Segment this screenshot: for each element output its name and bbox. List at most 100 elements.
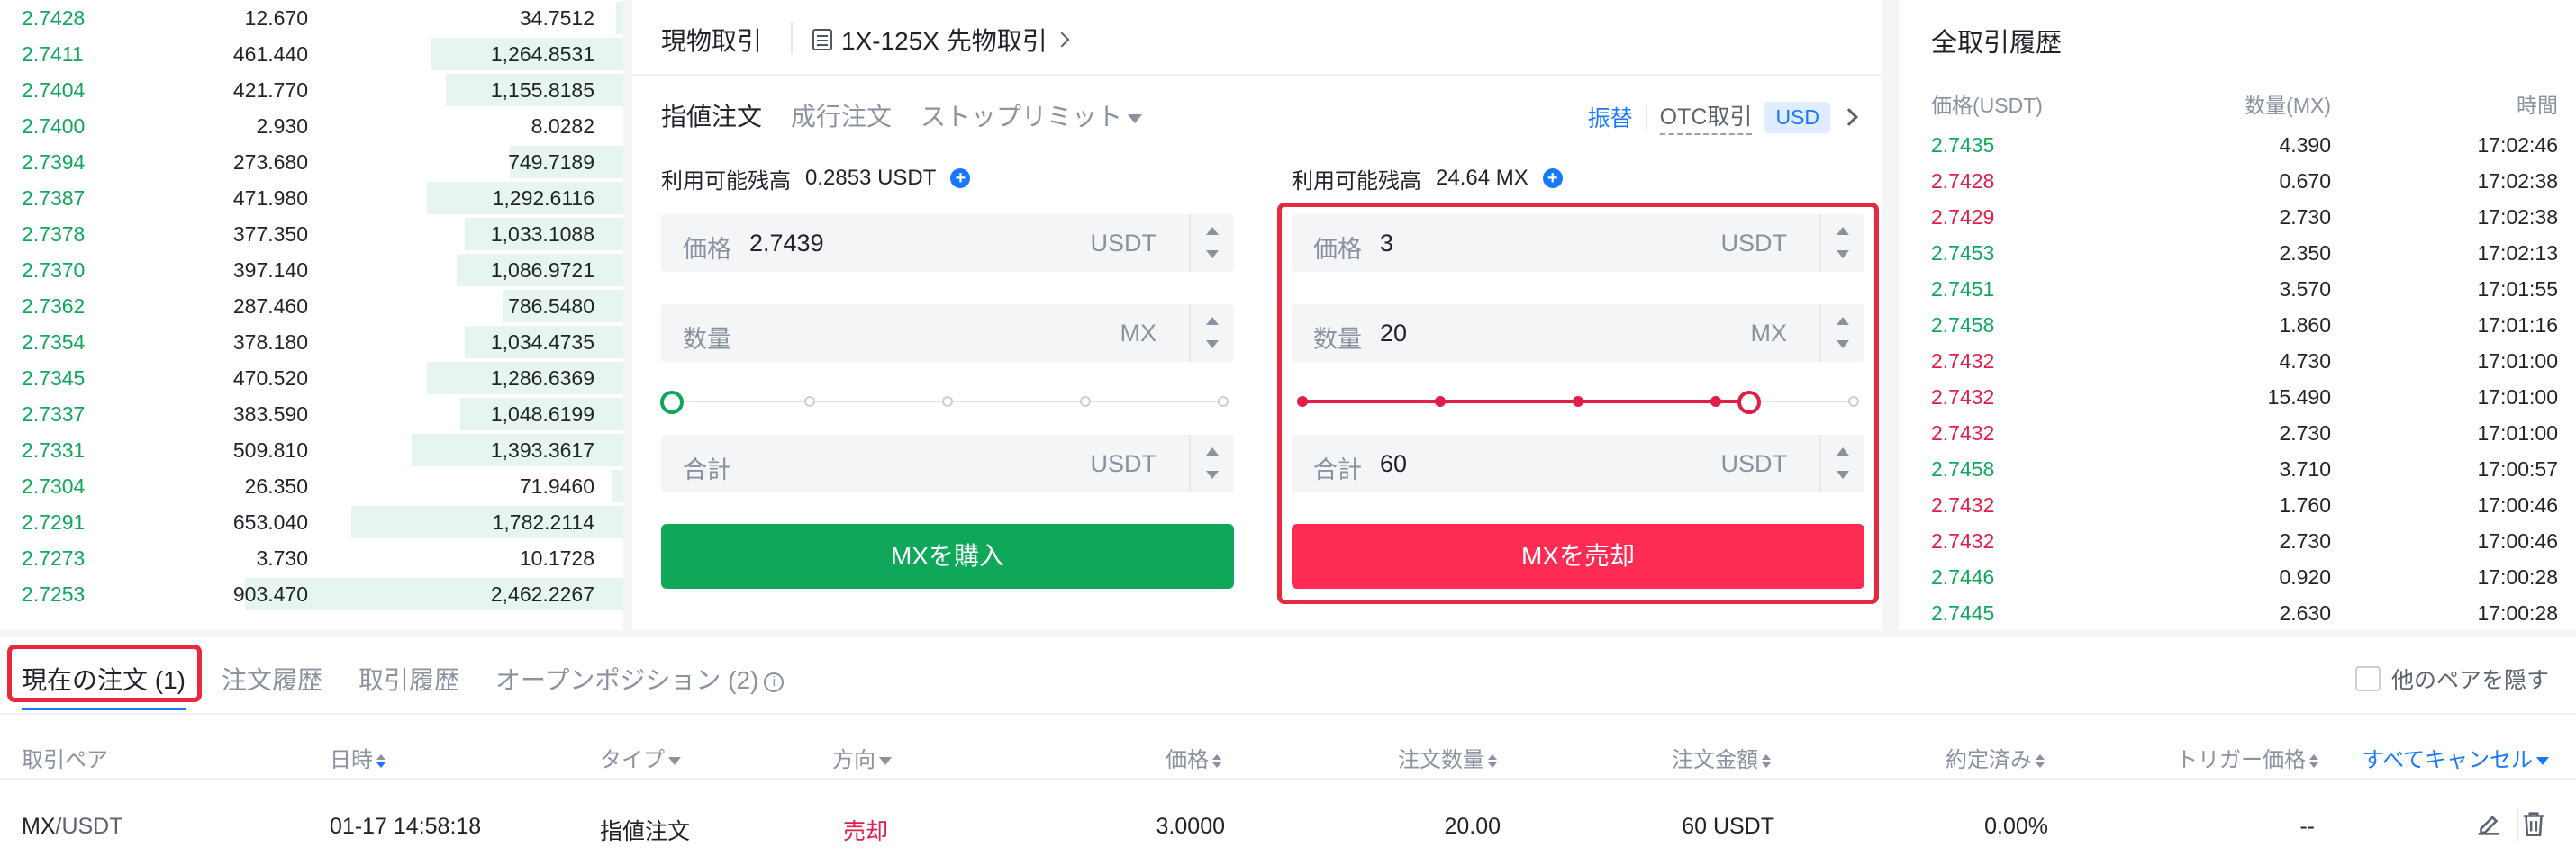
stepper-down-icon[interactable] bbox=[1206, 250, 1219, 258]
orderbook-row[interactable]: 2.7387 471.980 1,292.6116 bbox=[0, 180, 623, 216]
hide-pairs-label: 他のペアを隠す bbox=[2390, 668, 2549, 693]
slider-step[interactable] bbox=[804, 396, 815, 407]
tab-spot[interactable]: 現物取引 bbox=[661, 22, 762, 58]
orderbook-row[interactable]: 2.7253 903.470 2,462.2267 bbox=[0, 576, 623, 612]
sort-icon[interactable] bbox=[2036, 753, 2045, 770]
plus-icon[interactable]: + bbox=[950, 168, 971, 188]
tab-order-history[interactable]: 注文履歴 bbox=[222, 661, 322, 710]
orderbook-row[interactable]: 2.7362 287.460 786.5480 bbox=[0, 288, 623, 324]
col-trigger[interactable]: トリガー価格 bbox=[2176, 742, 2318, 773]
orderbook-price: 2.7362 bbox=[22, 294, 86, 318]
orderbook-qty: 903.470 bbox=[232, 582, 308, 606]
orderbook-qty: 461.440 bbox=[232, 42, 308, 66]
orderbook-qty: 12.670 bbox=[244, 6, 308, 30]
sort-icon[interactable] bbox=[376, 753, 385, 770]
col-datetime[interactable]: 日時 bbox=[330, 742, 385, 773]
chevron-down-icon[interactable] bbox=[2536, 757, 2549, 766]
tab-trade-history[interactable]: 取引履歴 bbox=[358, 661, 459, 710]
orderbook-row[interactable]: 2.7337 383.590 1,048.6199 bbox=[0, 396, 623, 432]
orderbook-row[interactable]: 2.7273 3.730 10.1728 bbox=[0, 540, 623, 576]
stepper[interactable] bbox=[1189, 435, 1234, 492]
history-row: 2.7429 2.730 17:02:38 bbox=[1899, 200, 2576, 236]
tab-futures[interactable]: 1X-125X 先物取引 bbox=[812, 22, 1070, 58]
edit-icon[interactable] bbox=[2473, 808, 2504, 839]
orderbook-price: 2.7387 bbox=[22, 186, 86, 210]
orderbook-total: 1,782.2114 bbox=[492, 510, 594, 534]
slider-step[interactable] bbox=[1080, 396, 1091, 407]
trash-icon[interactable] bbox=[2518, 808, 2549, 839]
sort-icon[interactable] bbox=[1212, 753, 1221, 770]
buy-quantity-field[interactable]: 数量 MX bbox=[661, 304, 1234, 362]
divider bbox=[0, 778, 2576, 780]
col-amount[interactable]: 注文金額 bbox=[1672, 742, 1771, 773]
orderbook-price: 2.7404 bbox=[22, 78, 86, 102]
col-type[interactable]: タイプ bbox=[600, 742, 681, 773]
stepper-down-icon[interactable] bbox=[1206, 471, 1219, 479]
hide-pairs-checkbox[interactable] bbox=[2354, 666, 2381, 691]
history-time: 17:01:55 bbox=[2477, 277, 2558, 301]
history-qty: 4.390 bbox=[2279, 133, 2331, 157]
chevron-right-icon[interactable] bbox=[1840, 108, 1858, 126]
buy-percent-slider[interactable] bbox=[660, 388, 1234, 415]
info-icon[interactable]: i bbox=[764, 672, 785, 692]
cancel-all-button[interactable]: すべてキャンセル bbox=[2363, 742, 2549, 773]
orderbook-qty: 3.730 bbox=[256, 546, 308, 570]
orderbook-price: 2.7273 bbox=[22, 546, 86, 570]
history-price: 2.7432 bbox=[1931, 529, 1995, 553]
otc-link[interactable]: OTC取引 bbox=[1659, 99, 1753, 135]
col-qty[interactable]: 注文数量 bbox=[1398, 742, 1497, 773]
sort-icon[interactable] bbox=[1762, 753, 1771, 770]
hide-other-pairs[interactable]: 他のペアを隠す bbox=[2354, 663, 2549, 695]
orderbook-total: 1,393.3617 bbox=[490, 438, 594, 462]
orderbook-row[interactable]: 2.7400 2.930 8.0282 bbox=[0, 108, 623, 144]
orderbook-row[interactable]: 2.7404 421.770 1,155.8185 bbox=[0, 72, 623, 108]
slider-step[interactable] bbox=[942, 396, 953, 407]
slider-step[interactable] bbox=[1218, 396, 1229, 407]
history-price: 2.7432 bbox=[1931, 349, 1995, 373]
orderbook-row[interactable]: 2.7411 461.440 1,264.8531 bbox=[0, 36, 623, 72]
buy-total-field[interactable]: 合計 USDT bbox=[661, 435, 1234, 492]
stepper[interactable] bbox=[1189, 214, 1234, 272]
stepper[interactable] bbox=[1189, 304, 1234, 362]
sort-icon[interactable] bbox=[2309, 753, 2318, 770]
history-row: 2.7451 3.570 17:01:55 bbox=[1899, 272, 2576, 308]
plus-icon[interactable]: + bbox=[1542, 168, 1563, 188]
orderbook-row[interactable]: 2.7428 12.670 34.7512 bbox=[0, 0, 623, 36]
history-row: 2.7432 4.730 17:01:00 bbox=[1899, 344, 2576, 380]
tab-stop-limit[interactable]: ストップリミット bbox=[921, 97, 1143, 133]
cancel-all-label: すべてキャンセル bbox=[2362, 748, 2533, 772]
currency-badge[interactable]: USD bbox=[1764, 101, 1830, 133]
stepper-down-icon[interactable] bbox=[1206, 340, 1219, 348]
orderbook-row[interactable]: 2.7304 26.350 71.9460 bbox=[0, 468, 623, 504]
stepper-up-icon[interactable] bbox=[1206, 447, 1219, 456]
transfer-link[interactable]: 振替 bbox=[1588, 101, 1633, 133]
orderbook-row[interactable]: 2.7354 378.180 1,034.4735 bbox=[0, 324, 623, 360]
sort-icon[interactable] bbox=[1488, 753, 1497, 770]
pair-quote: /USDT bbox=[55, 814, 123, 839]
buy-price-field[interactable]: 価格 2.7439 USDT bbox=[661, 214, 1234, 272]
col-direction[interactable]: 方向 bbox=[832, 742, 892, 773]
orderbook-row[interactable]: 2.7370 397.140 1,086.9721 bbox=[0, 252, 623, 288]
orderbook-price: 2.7331 bbox=[22, 438, 86, 462]
stepper-up-icon[interactable] bbox=[1206, 317, 1219, 325]
orderbook-row[interactable]: 2.7291 653.040 1,782.2114 bbox=[0, 504, 623, 540]
col-filled[interactable]: 約定済み bbox=[1946, 742, 2045, 773]
slider-handle[interactable] bbox=[660, 391, 684, 414]
orderbook-total: 1,264.8531 bbox=[490, 42, 594, 66]
buy-button[interactable]: MXを購入 bbox=[661, 524, 1234, 589]
orderbook-row[interactable]: 2.7378 377.350 1,033.1088 bbox=[0, 216, 623, 252]
tab-limit-order[interactable]: 指値注文 bbox=[661, 97, 762, 133]
orderbook-row[interactable]: 2.7331 509.810 1,393.3617 bbox=[0, 432, 623, 468]
stepper-up-icon[interactable] bbox=[1206, 227, 1219, 235]
chevron-right-icon bbox=[1054, 32, 1070, 48]
field-value[interactable]: 2.7439 bbox=[749, 230, 824, 257]
chevron-down-icon[interactable] bbox=[879, 757, 892, 766]
tab-open-positions[interactable]: オープンポジション (2) i bbox=[495, 661, 785, 710]
col-price[interactable]: 価格 bbox=[1166, 742, 1221, 773]
orderbook-row[interactable]: 2.7394 273.680 749.7189 bbox=[0, 144, 623, 180]
tab-market-order[interactable]: 成行注文 bbox=[791, 97, 892, 133]
orderbook-row[interactable]: 2.7345 470.520 1,286.6369 bbox=[0, 360, 623, 396]
orderbook-qty: 2.930 bbox=[256, 114, 308, 138]
chevron-down-icon[interactable] bbox=[668, 757, 681, 766]
chevron-down-icon bbox=[1128, 113, 1143, 123]
